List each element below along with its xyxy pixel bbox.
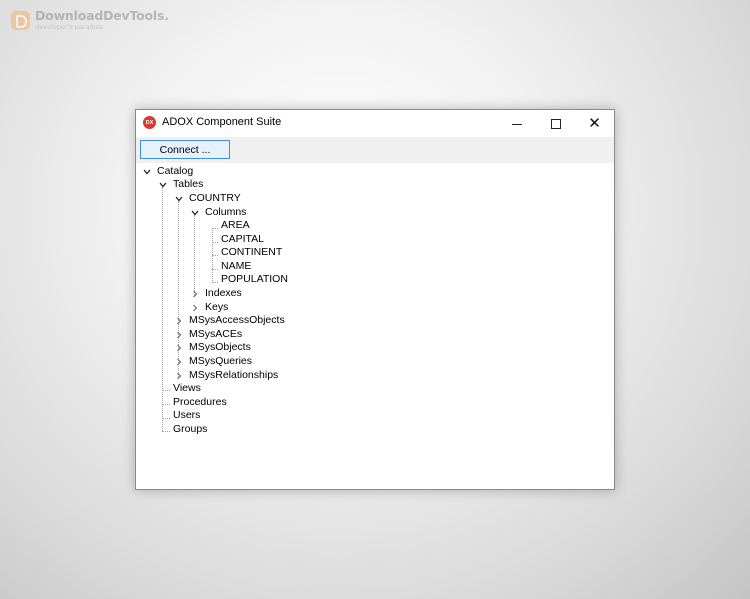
tree-label-country: COUNTRY [189,192,241,204]
watermark-title: DownloadDevTools. [35,8,169,23]
chevron-right-icon[interactable] [174,357,183,366]
chevron-right-icon[interactable] [190,289,199,298]
close-icon: ✕ [588,114,601,132]
chevron-right-icon[interactable] [190,303,199,312]
tree-node-groups[interactable]: Groups [173,423,207,436]
minimize-button[interactable] [497,110,536,137]
catalog-tree[interactable]: Catalog Tables COUNTRY Columns AREA CAPI… [136,163,614,489]
tree-label-table: MSysAccessObjects [189,314,285,326]
chevron-down-icon[interactable] [142,167,151,176]
app-logo-icon: DX [143,116,156,129]
tree-label-columns: Columns [205,206,247,218]
watermark: DownloadDevTools. developer's paradise [11,8,169,31]
tree-label-keys: Keys [205,301,229,313]
tree-label-catalog: Catalog [157,165,194,177]
chevron-down-icon[interactable] [158,180,167,189]
tree-label-table: MSysRelationships [189,369,279,381]
tree-node-column[interactable]: POPULATION [221,273,288,286]
tree-node-column[interactable]: NAME [221,260,251,273]
chevron-right-icon[interactable] [174,330,183,339]
chevron-right-icon[interactable] [174,316,183,325]
tree-node-users[interactable]: Users [173,409,200,422]
watermark-logo-icon [11,10,30,30]
tree-node-column[interactable]: CONTINENT [221,246,282,259]
tree-label-table: MSysObjects [189,341,251,353]
close-button[interactable]: ✕ [575,110,614,137]
chevron-down-icon[interactable] [174,194,183,203]
tree-node-procedures[interactable]: Procedures [173,396,227,409]
tree-label-table: MSysQueries [189,355,253,367]
watermark-subtitle: developer's paradise [35,22,103,31]
tree-label-tables: Tables [173,178,204,190]
tree-label-table: MSysACEs [189,328,243,340]
window-title: ADOX Component Suite [162,116,282,128]
maximize-button[interactable] [536,110,575,137]
tree-label-indexes: Indexes [205,287,242,299]
tree-node-column[interactable]: CAPITAL [221,233,264,246]
app-window: DX ADOX Component Suite ✕ Connect ... Ca… [135,109,615,490]
chevron-right-icon[interactable] [174,371,183,380]
chevron-down-icon[interactable] [190,208,199,217]
title-bar[interactable]: DX ADOX Component Suite ✕ [136,110,614,137]
connect-button[interactable]: Connect ... [140,140,230,159]
maximize-icon [550,118,561,129]
minimize-icon [511,124,522,125]
tree-node-views[interactable]: Views [173,382,201,395]
tree-node-column[interactable]: AREA [221,219,250,232]
chevron-right-icon[interactable] [174,343,183,352]
toolbar: Connect ... [136,137,614,163]
